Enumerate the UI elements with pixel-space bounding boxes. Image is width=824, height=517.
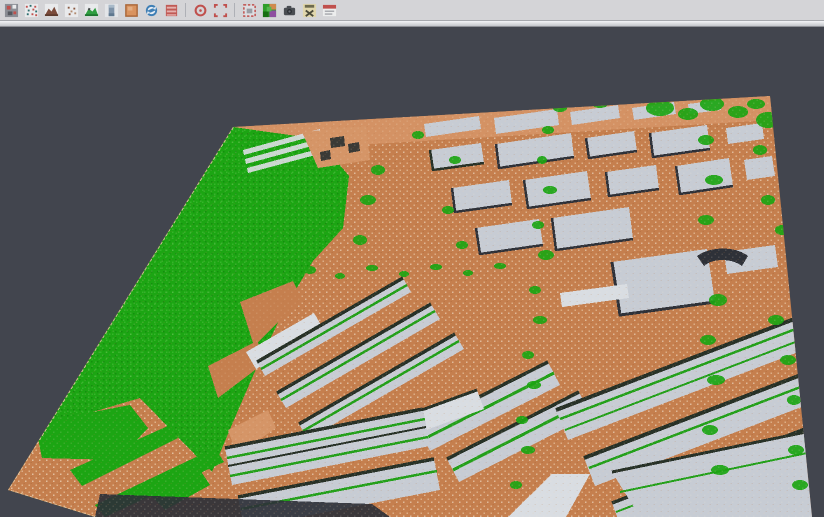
sparse-cloud-button[interactable]: [62, 1, 80, 19]
toolbar-separator: [234, 3, 235, 17]
point-cloud-icon: [24, 3, 39, 18]
application-window: [0, 0, 824, 517]
toolbar-separator: [185, 3, 186, 17]
section-view-icon: [104, 3, 119, 18]
orthophoto-button[interactable]: [122, 1, 140, 19]
classified-cloud-button[interactable]: [2, 1, 20, 19]
classification-palette-button[interactable]: [260, 1, 278, 19]
layer-stack-icon: [164, 3, 179, 18]
camera-button[interactable]: [280, 1, 298, 19]
terrain-model-icon: [44, 3, 59, 18]
crop-selection-icon: [213, 3, 228, 18]
classification-palette-icon: [262, 3, 277, 18]
crop-selection-button[interactable]: [211, 1, 229, 19]
refresh-view-icon: [144, 3, 159, 18]
surface-model-icon: [84, 3, 99, 18]
terrain-mesh: [0, 90, 824, 517]
center-target-icon: [193, 3, 208, 18]
report-button[interactable]: [320, 1, 338, 19]
camera-icon: [282, 3, 297, 18]
section-view-button[interactable]: [102, 1, 120, 19]
center-target-button[interactable]: [191, 1, 209, 19]
viewport-3d[interactable]: [0, 27, 824, 517]
layer-stack-button[interactable]: [162, 1, 180, 19]
annotation-delete-button[interactable]: [300, 1, 318, 19]
clip-box-button[interactable]: [240, 1, 258, 19]
refresh-view-button[interactable]: [142, 1, 160, 19]
main-toolbar: [0, 0, 824, 21]
classified-cloud-icon: [4, 3, 19, 18]
surface-model-button[interactable]: [82, 1, 100, 19]
terrain-model-button[interactable]: [42, 1, 60, 19]
orthophoto-icon: [124, 3, 139, 18]
report-icon: [322, 3, 337, 18]
clip-box-icon: [242, 3, 257, 18]
annotation-delete-icon: [302, 3, 317, 18]
point-cloud-canvas[interactable]: [0, 27, 824, 517]
point-cloud-button[interactable]: [22, 1, 40, 19]
sparse-cloud-icon: [64, 3, 79, 18]
